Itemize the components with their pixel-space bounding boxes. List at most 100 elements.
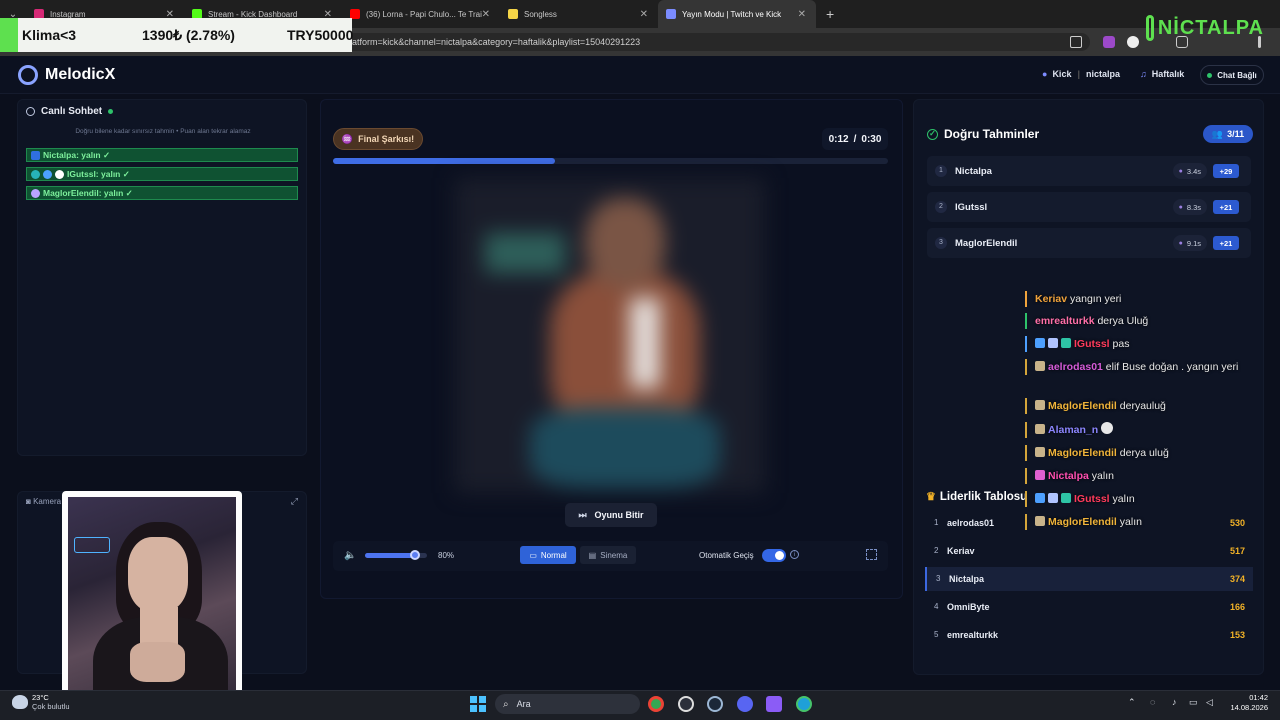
weather-desc: Çok bulutlu [32,702,70,711]
rank: 2 [935,201,947,213]
film-icon: ▤ [588,550,597,560]
rank: 5 [934,630,939,639]
chevron-up-icon[interactable]: ⌃ [1128,697,1136,708]
start-tile [479,696,486,703]
overlay-chat-text: derya Uluğ [1097,315,1149,327]
points-badge: +29 [1213,164,1239,178]
app-logo[interactable]: MelodicX [18,65,115,85]
time-separator: / [853,133,857,145]
browser-tab-active[interactable]: Yayın Modu | Twitch ve Kick ✕ [658,0,816,28]
overlay-chat-text: derya uluğ [1119,447,1169,459]
category-name: Haftalık [1151,69,1185,79]
guess-time-value: 9.1s [1186,238,1201,248]
correct-guesses-title-text: Doğru Tahminler [944,127,1040,141]
badge-icon [1035,338,1045,348]
webcam-feed [62,491,242,711]
cinema-mode-button[interactable]: ▤ Sinema [580,546,636,564]
chrome-icon[interactable] [648,696,664,712]
badge-icon [1035,361,1045,371]
overlay-chat-message: Nictalpa yalın [1025,468,1245,484]
heart-badge-icon [31,188,40,198]
obs-icon[interactable] [678,696,694,712]
status-dot [1207,72,1213,78]
platform-channel: ● Kick | nictalpa [1042,69,1120,79]
headphones-icon [18,65,38,85]
overlay-chat-message: IGutssl pas [1025,336,1245,352]
broadcaster-badge-icon [31,150,40,160]
volume-fill [365,553,415,558]
app-name: MelodicX [45,66,116,83]
fullscreen-icon[interactable] [866,549,877,560]
overlay-chat-user: IGutssl [1074,338,1110,350]
points-badge: +21 [1213,236,1239,250]
close-icon[interactable]: ✕ [798,9,806,20]
progress-fill [333,158,555,164]
correct-guess-row: 2 IGutssl ● 8.3s +21 [927,192,1251,222]
browser-tab[interactable]: Songless ✕ [500,0,658,28]
webcam-image [68,497,236,705]
overlay-chat-message: emrealturkk derya Uluğ [1025,313,1245,329]
melodicx-icon [666,9,676,19]
user-icon: ● [1178,203,1183,211]
ticker-accent [0,18,18,52]
overlay-chat-text: yangın yeri [1070,293,1122,305]
art-shape [630,298,660,388]
player-name: MaglorElendil [955,238,1018,249]
overlay-chat-text: elif Buse doğan . yangın yeri [1105,361,1239,373]
speaker-icon[interactable]: ◁ [1206,697,1213,708]
network-icon[interactable]: ▭ [1189,697,1198,708]
cloud-icon [12,695,28,709]
edge-icon[interactable] [796,696,812,712]
chat-bubble-icon [26,107,35,116]
steam-icon[interactable] [707,696,723,712]
overlay-chat-user: Alaman_n [1048,424,1099,436]
app-icon[interactable] [766,696,782,712]
expand-icon[interactable]: ⤢ [291,496,298,507]
auto-advance-toggle[interactable] [762,549,786,562]
info-icon[interactable]: i [790,550,799,559]
microphone-icon[interactable]: ♪ [1172,697,1177,707]
bookmark-star-icon[interactable] [1070,36,1082,48]
taskbar-search[interactable]: ⌕ Ara [495,694,640,714]
chat-title: Canlı Sohbet [26,106,114,117]
overlay-chat-user: Keriav [1035,293,1068,305]
overlay-chat-user: aelrodas01 [1048,361,1103,373]
weather-widget[interactable]: 23°C Çok bulutlu [12,693,70,711]
close-icon[interactable]: ✕ [640,9,648,20]
chat-connection-badge[interactable]: Chat Bağlı [1200,65,1264,85]
browser-tab[interactable]: (36) Lorna - Papi Chulo... Te Trai ✕ [342,0,500,28]
start-tile [479,705,486,712]
current-time: 0:12 [828,133,849,145]
points-badge: +21 [1213,200,1239,214]
close-icon[interactable]: ✕ [482,9,490,20]
extension-icon[interactable] [1127,36,1139,48]
temperature: 23°C [32,693,49,702]
leaderboard-row: 5 emrealturkk 153 [925,623,1253,647]
neon-sign [74,537,110,553]
user-icon: ● [1042,69,1048,79]
chat-message-text: MaglorElendil: yalın ✓ [43,187,133,198]
crown-icon: ♛ [926,491,936,503]
webcam-person-neck [140,607,178,647]
brand-name: NİCTALPA [1157,16,1264,39]
tray-app-icon[interactable]: ◌ [1150,697,1155,707]
new-tab-icon[interactable]: + [826,6,834,22]
donation-ticker: Klima<3 1390₺ (2.78%) TRY50000 [0,18,353,52]
overlay-chat-text: yalın [1119,516,1142,528]
player-name: aelrodas01 [947,518,995,528]
song-progress-bar[interactable] [333,158,888,164]
discord-icon[interactable] [737,696,753,712]
address-bar[interactable]: atform=kick&channel=nictalpa&category=ha… [340,33,1090,51]
correct-count: 3/11 [1227,129,1245,139]
toggle-knob [775,551,784,560]
windows-start-icon[interactable] [470,696,486,712]
volume-knob[interactable] [409,550,420,560]
normal-mode-button[interactable]: ▭ Normal [520,546,576,564]
chat-message: Nictalpa: yalın ✓ [26,148,298,162]
extension-icon[interactable] [1103,36,1115,48]
music-icon: ♫ [1140,69,1147,79]
end-game-button[interactable]: ⏭ Oyunu Bitir [565,503,657,527]
volume-icon[interactable]: 🔈 [344,550,356,561]
system-clock[interactable]: 01:42 14.08.2026 [1226,693,1268,713]
badge-icon [1061,493,1071,503]
